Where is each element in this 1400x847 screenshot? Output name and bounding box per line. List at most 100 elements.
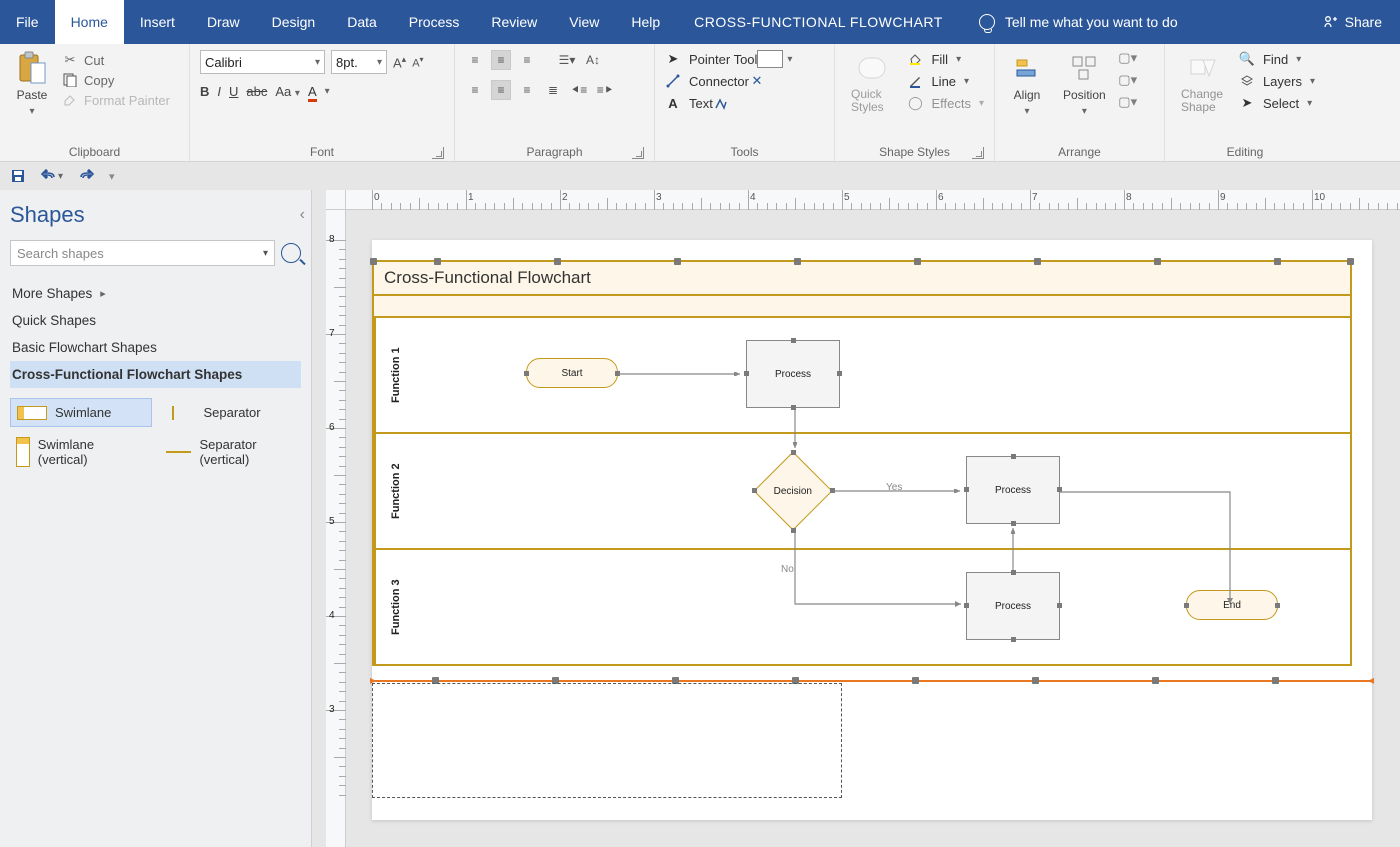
align-middle-button[interactable]: ≡ [491,50,511,70]
selection-handle[interactable] [370,258,377,265]
tab-draw[interactable]: Draw [191,0,256,44]
tellme-search[interactable]: Tell me what you want to do [979,0,1178,44]
shape-process-3[interactable]: Process [966,572,1060,640]
effects-button[interactable]: ◯Effects▾ [907,94,984,112]
connection-point-button[interactable]: ✕ [749,73,765,89]
connection-point[interactable] [1275,603,1280,608]
search-shapes-input[interactable]: Search shapes ▾ [10,240,275,266]
drawing-page[interactable]: Cross-Functional Flowchart Function 1 St… [372,240,1372,820]
connection-point[interactable] [837,371,842,376]
lane-3[interactable]: Function 3 Process End [374,550,1350,664]
tab-data[interactable]: Data [331,0,393,44]
position-button[interactable]: Position▾ [1057,50,1112,119]
swimlane-title[interactable]: Cross-Functional Flowchart [374,262,1350,296]
search-icon[interactable] [281,243,301,263]
connection-point[interactable] [524,371,529,376]
stencil-cross-functional[interactable]: Cross-Functional Flowchart Shapes [10,361,301,388]
shrink-font-button[interactable]: A▾ [412,55,423,70]
selection-handle[interactable] [912,677,919,684]
lane-1[interactable]: Function 1 Start Process [374,318,1350,434]
undo-button[interactable]: ▾ [40,169,63,183]
shape-decision[interactable]: Decision [753,451,832,530]
quick-styles-button[interactable]: Quick Styles [845,50,899,116]
font-size-combo[interactable]: 8pt.▾ [331,50,387,74]
text-direction-button[interactable]: A↕ [583,50,603,70]
shape-swimlane-vertical[interactable]: Swimlane (vertical) [10,431,152,473]
share-button[interactable]: Share [1323,0,1400,44]
group-button[interactable]: ▢▾ [1120,94,1136,110]
swimlane-phase-bar[interactable] [374,296,1350,318]
document-title[interactable]: CROSS-FUNCTIONAL FLOWCHART [676,0,961,44]
selection-handle[interactable] [1272,677,1279,684]
stencil-more-shapes[interactable]: More Shapes▸ [10,280,301,307]
rectangle-tool-button[interactable] [757,50,783,68]
cut-button[interactable]: ✂Cut [62,50,170,70]
tab-view[interactable]: View [553,0,615,44]
strike-button[interactable]: abc [246,84,267,99]
italic-button[interactable]: I [217,84,221,99]
shape-separator[interactable]: Separator [160,398,302,427]
swimlane-container[interactable]: Cross-Functional Flowchart Function 1 St… [372,260,1352,666]
selection-handle[interactable] [674,258,681,265]
shape-swimlane[interactable]: Swimlane [10,398,152,427]
dialog-launcher-icon[interactable] [972,147,984,159]
align-top-button[interactable]: ≡ [465,50,485,70]
tab-help[interactable]: Help [615,0,676,44]
save-button[interactable] [10,168,26,184]
lane-2-header[interactable]: Function 2 [374,434,416,548]
dialog-launcher-icon[interactable] [432,147,444,159]
format-painter-button[interactable]: Format Painter [62,90,170,110]
selection-handle[interactable] [1154,258,1161,265]
dialog-launcher-icon[interactable] [632,147,644,159]
freeform-tool-button[interactable] [713,95,729,111]
grow-font-button[interactable]: A▴ [393,54,406,70]
selection-handle[interactable] [1347,258,1354,265]
chevron-down-icon[interactable]: ▾ [325,86,330,97]
shape-separator-vertical[interactable]: Separator (vertical) [160,431,302,473]
underline-button[interactable]: U [229,84,238,99]
align-bottom-button[interactable]: ≡ [517,50,537,70]
change-shape-button[interactable]: Change Shape [1175,50,1231,116]
drawing-canvas[interactable]: 012345678910 876543 Cross-Functional Flo… [312,190,1400,847]
layers-button[interactable]: Layers▾ [1239,72,1315,90]
selection-handle[interactable] [1032,677,1039,684]
line-button[interactable]: Line▾ [907,72,984,90]
text-tool-button[interactable]: AText [665,94,713,112]
stencil-basic-flowchart[interactable]: Basic Flowchart Shapes [10,334,301,361]
stencil-quick-shapes[interactable]: Quick Shapes [10,307,301,334]
send-back-button[interactable]: ▢▾ [1120,72,1136,88]
connector-tool-button[interactable]: Connector [665,72,749,90]
selection-handle[interactable] [1034,258,1041,265]
case-button[interactable]: Aa ▾ [275,84,300,99]
selection-handle[interactable] [914,258,921,265]
increase-indent-button[interactable]: ≡⯈ [595,80,615,100]
align-center-button[interactable]: ≡ [491,80,511,100]
tab-review[interactable]: Review [475,0,553,44]
font-color-button[interactable]: A [308,84,317,99]
collapse-pane-button[interactable]: ‹ [300,206,305,224]
decrease-indent-button[interactable]: ⯇≡ [569,80,589,100]
shape-start[interactable]: Start [526,358,618,388]
align-button[interactable]: Align▾ [1005,50,1049,119]
chevron-down-icon[interactable]: ▾ [787,54,792,65]
lane-3-header[interactable]: Function 3 [374,550,416,664]
align-right-button[interactable]: ≡ [517,80,537,100]
selection-handle[interactable] [434,258,441,265]
connection-point[interactable] [1011,637,1016,642]
find-button[interactable]: 🔍Find▾ [1239,50,1315,68]
tab-home[interactable]: Home [55,0,124,44]
pointer-tool-button[interactable]: ➤Pointer Tool [665,50,757,68]
paste-button[interactable]: Paste ▾ [10,50,54,119]
tab-file[interactable]: File [0,0,55,44]
shape-process-1[interactable]: Process [746,340,840,408]
connector-label-no[interactable]: No [781,564,794,575]
connection-point[interactable] [1011,454,1016,459]
selection-handle[interactable] [554,258,561,265]
tab-design[interactable]: Design [256,0,332,44]
select-button[interactable]: ➤Select▾ [1239,94,1315,112]
connection-point[interactable] [791,338,796,343]
tab-process[interactable]: Process [393,0,476,44]
lane-1-header[interactable]: Function 1 [374,318,416,432]
selection-handle[interactable] [794,258,801,265]
bold-button[interactable]: B [200,84,209,99]
